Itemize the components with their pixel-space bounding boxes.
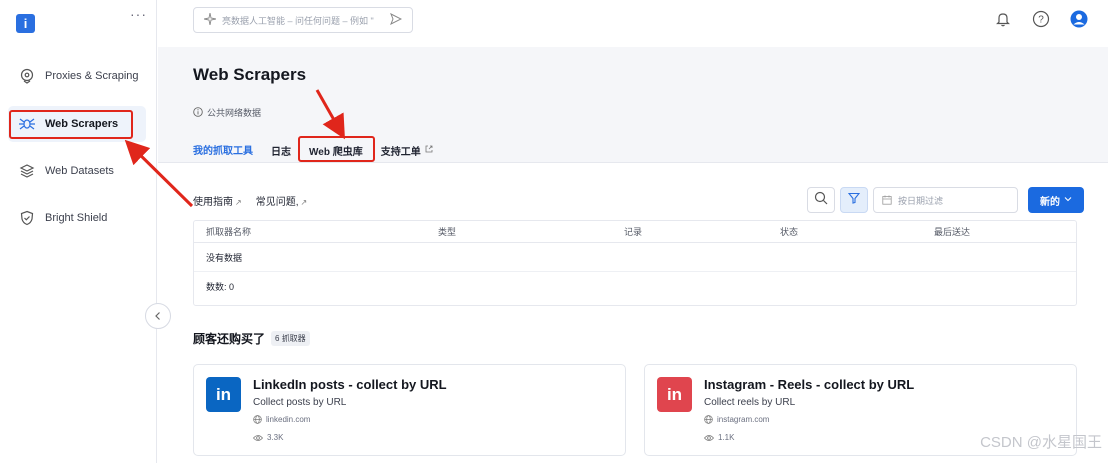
annotation-arrows: [124, 89, 345, 208]
watermark: CSDN @水星国王: [980, 434, 1102, 451]
